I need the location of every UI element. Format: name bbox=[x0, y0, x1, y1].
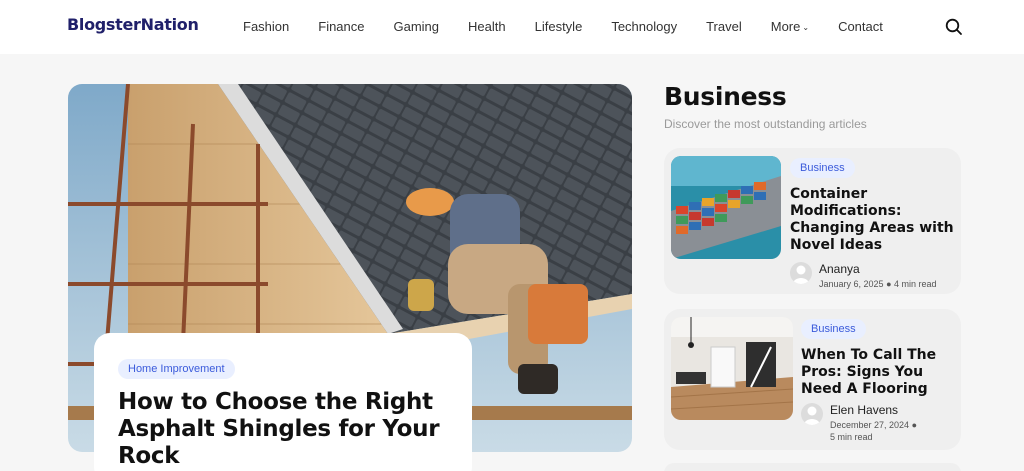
author-row: Elen Havens December 27, 2024 ● 5 min rea… bbox=[801, 403, 917, 443]
author-name[interactable]: Elen Havens bbox=[830, 403, 917, 417]
dot-separator: ● bbox=[911, 420, 918, 430]
article-card[interactable]: Business Container Modifications: Changi… bbox=[664, 148, 961, 294]
dot-separator: ● bbox=[886, 279, 892, 289]
site-logo[interactable]: BlogsterNation bbox=[67, 15, 199, 34]
nav-more[interactable]: More ⌄ bbox=[771, 19, 809, 34]
author-name[interactable]: Ananya bbox=[819, 262, 937, 276]
section-title: Business bbox=[664, 82, 787, 111]
section-subtitle: Discover the most outstanding articles bbox=[664, 117, 867, 131]
article-title[interactable]: When To Call The Pros: Signs You Need A … bbox=[801, 347, 956, 398]
read-time: 4 min read bbox=[894, 279, 937, 289]
article-meta: December 27, 2024 ● 5 min read bbox=[830, 419, 917, 443]
main-nav: Fashion Finance Gaming Health Lifestyle … bbox=[243, 19, 912, 34]
category-badge[interactable]: Business bbox=[801, 319, 866, 339]
chevron-down-icon: ⌄ bbox=[802, 23, 810, 32]
search-button[interactable] bbox=[944, 17, 964, 37]
nav-contact[interactable]: Contact bbox=[838, 19, 883, 34]
nav-travel[interactable]: Travel bbox=[706, 19, 742, 34]
article-thumbnail[interactable] bbox=[671, 156, 781, 259]
site-header: BlogsterNation Fashion Finance Gaming He… bbox=[0, 0, 1024, 54]
search-icon bbox=[945, 18, 962, 35]
author-row: Ananya January 6, 2025 ● 4 min read bbox=[790, 262, 937, 290]
hero-category-badge[interactable]: Home Improvement bbox=[118, 359, 235, 379]
user-icon bbox=[793, 265, 809, 284]
nav-health[interactable]: Health bbox=[468, 19, 506, 34]
article-body: Business When To Call The Pros: Signs Yo… bbox=[801, 317, 956, 398]
category-badge[interactable]: Business bbox=[790, 158, 855, 178]
article-card[interactable]: Business When To Call The Pros: Signs Yo… bbox=[664, 309, 961, 450]
hero-article-title[interactable]: How to Choose the Right Asphalt Shingles… bbox=[118, 389, 448, 470]
read-time: 5 min read bbox=[830, 432, 873, 442]
article-body: Business Container Modifications: Changi… bbox=[790, 156, 955, 254]
avatar bbox=[790, 262, 812, 284]
article-date: January 6, 2025 bbox=[819, 279, 884, 289]
article-card[interactable] bbox=[664, 463, 961, 471]
hero-article-card[interactable]: Home Improvement How to Choose the Right… bbox=[94, 333, 472, 471]
nav-finance[interactable]: Finance bbox=[318, 19, 364, 34]
article-title[interactable]: Container Modifications: Changing Areas … bbox=[790, 186, 955, 254]
nav-fashion[interactable]: Fashion bbox=[243, 19, 289, 34]
nav-lifestyle[interactable]: Lifestyle bbox=[535, 19, 583, 34]
nav-technology[interactable]: Technology bbox=[611, 19, 677, 34]
avatar bbox=[801, 403, 823, 425]
user-icon bbox=[804, 406, 820, 425]
article-date: December 27, 2024 bbox=[830, 420, 910, 430]
article-thumbnail[interactable] bbox=[671, 317, 793, 420]
article-meta: January 6, 2025 ● 4 min read bbox=[819, 278, 937, 290]
nav-gaming[interactable]: Gaming bbox=[394, 19, 440, 34]
nav-more-label: More bbox=[770, 19, 801, 34]
